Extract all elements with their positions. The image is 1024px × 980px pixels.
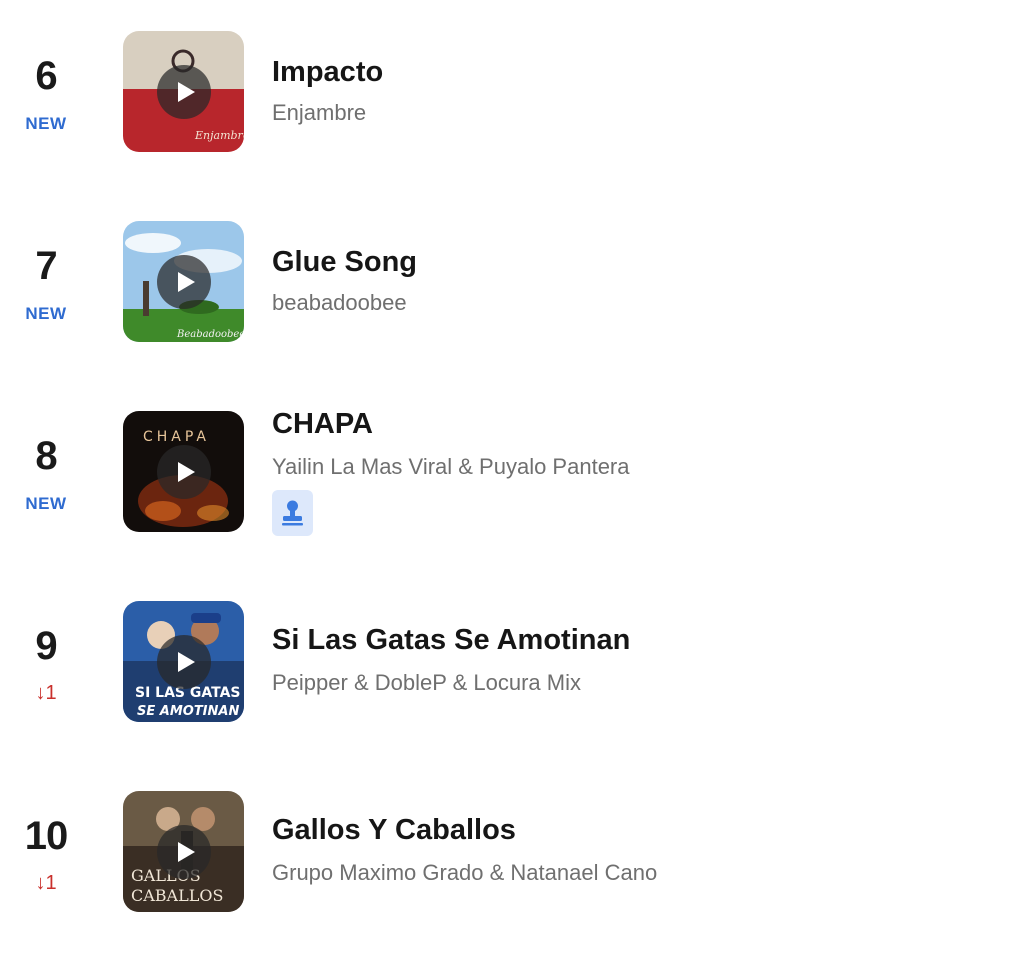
song-title[interactable]: Glue Song <box>272 246 417 279</box>
album-cover[interactable]: SI LAS GATAS SE AMOTINAN <box>123 601 244 722</box>
chart-row[interactable]: 9 ↓1 SI LAS GATAS SE AMOTINAN Si Las Gat… <box>0 600 1024 790</box>
album-cover[interactable]: Beabadoobee <box>123 221 244 342</box>
rank-number: 8 <box>35 434 57 478</box>
chart-row[interactable]: 10 ↓1 GALLOS CABALLOS Gallos Y Caballos … <box>0 790 1024 980</box>
artist-name[interactable]: Peipper & DobleP & Locura Mix <box>272 670 581 696</box>
song-title[interactable]: Gallos Y Caballos <box>272 814 516 847</box>
stamp-icon <box>282 500 303 526</box>
artist-name[interactable]: Enjambre <box>272 100 366 126</box>
chart-row[interactable]: 8 NEW CHAPA CHAPA Yailin La Mas Viral & … <box>0 408 1024 600</box>
artist-name[interactable]: Yailin La Mas Viral & Puyalo Pantera <box>272 454 630 480</box>
song-title[interactable]: Si Las Gatas Se Amotinan <box>272 624 630 657</box>
artist-name[interactable]: Grupo Maximo Grado & Natanael Cano <box>272 860 657 886</box>
new-badge: NEW <box>25 114 67 133</box>
rank-number: 9 <box>35 624 57 668</box>
play-icon[interactable] <box>157 635 211 689</box>
chart-row[interactable]: 6 NEW Enjambre Impacto Enjambre <box>0 30 1024 220</box>
play-icon[interactable] <box>157 255 211 309</box>
rank-change: ↓1 <box>35 682 57 704</box>
album-cover[interactable]: Enjambre <box>123 31 244 152</box>
play-icon[interactable] <box>157 445 211 499</box>
album-cover[interactable]: CHAPA <box>123 411 244 532</box>
svg-text:CABALLOS: CABALLOS <box>131 886 223 905</box>
album-cover[interactable]: GALLOS CABALLOS <box>123 791 244 912</box>
svg-text:Beabadoobee: Beabadoobee <box>176 329 244 340</box>
play-icon[interactable] <box>157 65 211 119</box>
svg-text:CHAPA: CHAPA <box>143 429 210 445</box>
rank-number: 7 <box>35 244 57 288</box>
song-title[interactable]: CHAPA <box>272 408 373 441</box>
song-title[interactable]: Impacto <box>272 56 383 89</box>
play-icon[interactable] <box>157 825 211 879</box>
stamp-badge[interactable] <box>272 490 313 536</box>
rank-change: ↓1 <box>35 872 57 894</box>
new-badge: NEW <box>25 304 67 323</box>
rank-number: 10 <box>24 814 69 858</box>
chart-row[interactable]: 7 NEW Beabadoobee Glue Song beabadoobee <box>0 220 1024 410</box>
artist-name[interactable]: beabadoobee <box>272 290 407 316</box>
new-badge: NEW <box>25 494 67 513</box>
rank-number: 6 <box>35 54 57 98</box>
svg-text:Enjambre: Enjambre <box>194 129 244 142</box>
svg-text:SE AMOTINAN: SE AMOTINAN <box>137 704 239 719</box>
